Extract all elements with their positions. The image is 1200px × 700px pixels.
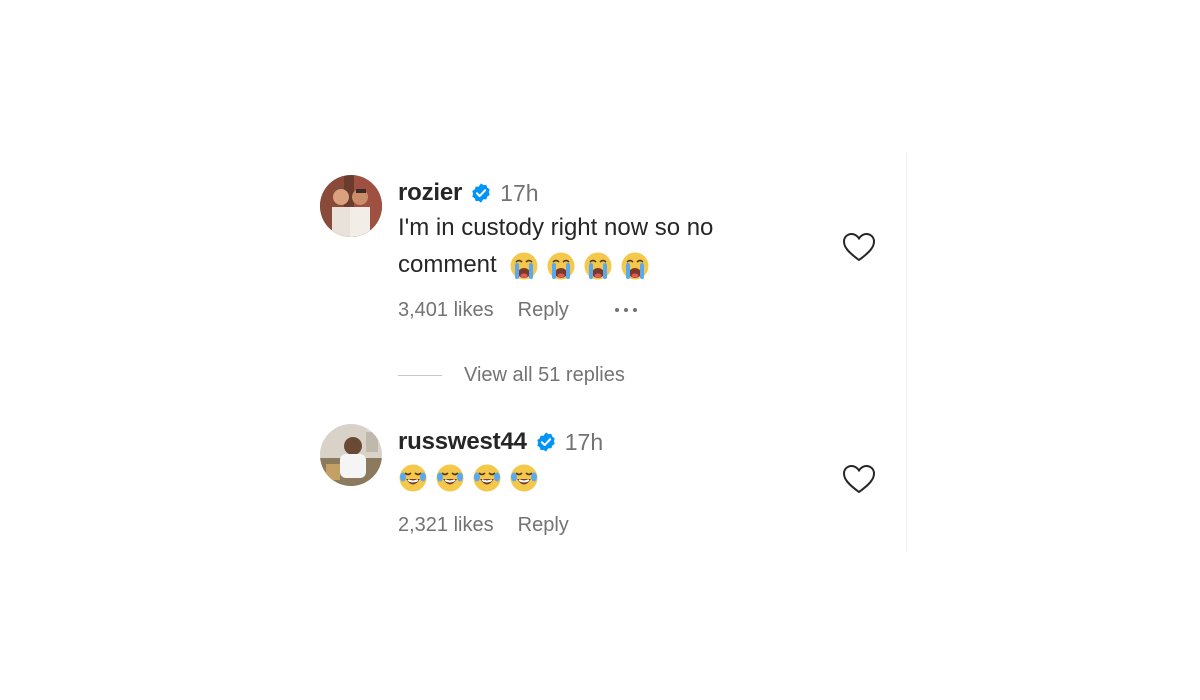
avatar-russwest44[interactable] [320, 424, 382, 486]
loudly-crying-face-icon [546, 251, 576, 281]
emoji-group [509, 251, 650, 281]
verified-badge-icon [535, 431, 557, 453]
view-replies-label: View all 51 replies [464, 363, 625, 386]
comment-actions: 3,401 likes Reply [398, 296, 637, 324]
panel-divider [906, 152, 907, 552]
username[interactable]: russwest44 [398, 428, 527, 456]
likes-count[interactable]: 2,321 likes [398, 514, 494, 537]
comment-header: russwest44 17h [398, 427, 603, 457]
comment-actions: 2,321 likes Reply [398, 511, 569, 539]
face-with-tears-of-joy-icon [509, 463, 539, 493]
reply-button[interactable]: Reply [518, 299, 569, 322]
face-with-tears-of-joy-icon [435, 463, 465, 493]
like-heart-icon[interactable] [842, 463, 876, 495]
view-replies-button[interactable]: View all 51 replies [398, 361, 625, 389]
loudly-crying-face-icon [509, 251, 539, 281]
username[interactable]: rozier [398, 179, 462, 207]
comment-text [398, 458, 798, 495]
more-options-icon[interactable] [614, 308, 637, 312]
comment-time: 17h [564, 428, 604, 455]
face-with-tears-of-joy-icon [472, 463, 502, 493]
likes-count[interactable]: 3,401 likes [398, 299, 494, 322]
comment-header: rozier 17h [398, 178, 539, 208]
like-heart-icon[interactable] [842, 231, 876, 263]
face-with-tears-of-joy-icon [398, 463, 428, 493]
comment-time: 17h [500, 179, 539, 206]
loudly-crying-face-icon [620, 251, 650, 281]
reply-button[interactable]: Reply [518, 514, 569, 537]
loudly-crying-face-icon [583, 251, 613, 281]
emoji-group [398, 463, 539, 493]
avatar-rozier[interactable] [320, 175, 382, 237]
comment-text: I'm in custody right now so no comment [398, 209, 798, 283]
replies-divider-line [398, 374, 442, 376]
verified-badge-icon [470, 182, 492, 204]
